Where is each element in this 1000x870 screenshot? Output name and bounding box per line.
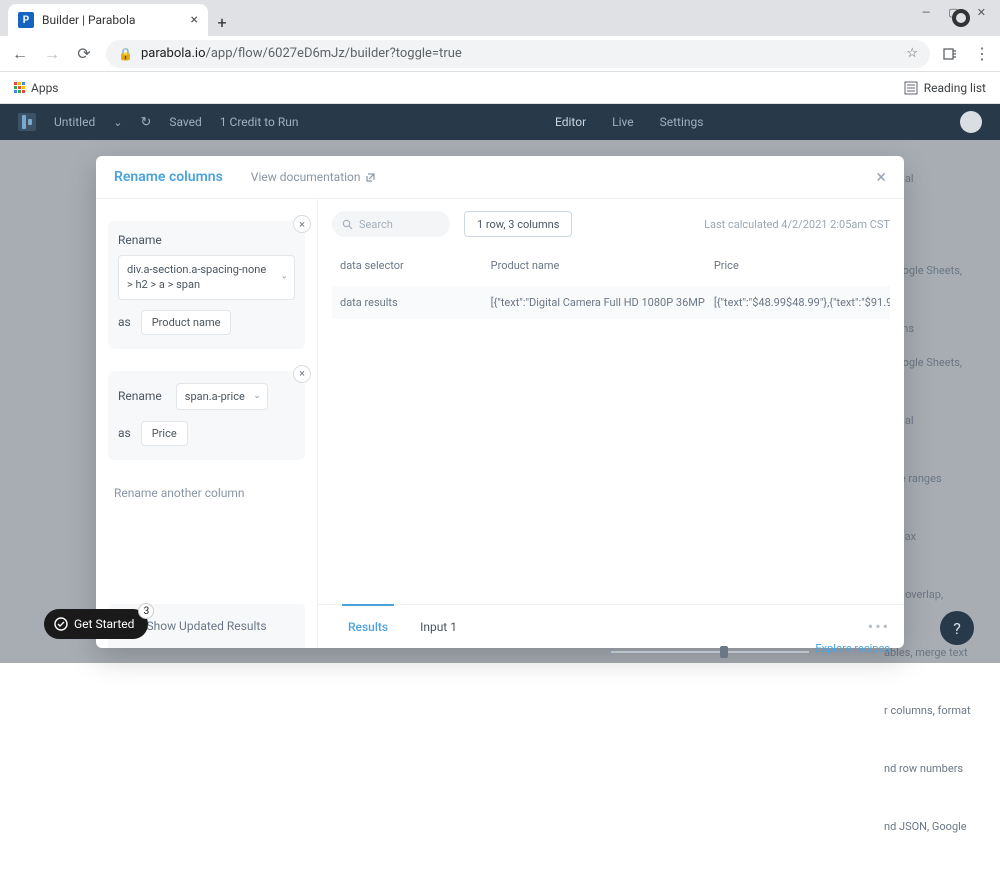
back-button[interactable]: ← [10, 44, 30, 64]
remove-rule-button[interactable]: × [293, 365, 311, 383]
close-modal-button[interactable]: × [876, 167, 886, 188]
flow-name[interactable]: Untitled [54, 115, 95, 129]
lock-icon: 🔒 [118, 47, 133, 61]
view-documentation-link[interactable]: View documentation [251, 170, 376, 184]
browser-tab[interactable]: P Builder | Parabola × [8, 4, 208, 36]
table-cell: [{"text":"$48.99$48.99"},{"text":"$91.99 [706, 286, 890, 319]
flow-refresh-icon[interactable]: ↻ [140, 115, 151, 130]
forward-button[interactable]: → [42, 44, 62, 64]
credits-label: 1 Credit to Run [220, 115, 299, 129]
target-name-input[interactable]: Price [141, 421, 188, 446]
tab-live[interactable]: Live [612, 115, 633, 129]
favicon-icon: P [18, 12, 34, 28]
preview-panel: Search 1 row, 3 columns Last calculated … [318, 199, 904, 648]
bookmark-bar: Apps Reading list [0, 72, 1000, 104]
as-label: as [118, 426, 131, 440]
chevron-down-icon[interactable]: ⌄ [113, 116, 122, 129]
explore-recipes-link[interactable]: Explore recipes [815, 642, 890, 655]
parabola-logo-icon[interactable] [18, 113, 36, 131]
browser-tab-strip: P Builder | Parabola × + [0, 0, 1000, 36]
menu-icon[interactable]: ⋮ [974, 44, 990, 63]
remove-rule-button[interactable]: × [293, 215, 311, 233]
rename-rule: × Rename span.a-price ⌄ as Price [108, 371, 305, 460]
rename-rule: × Rename div.a-section.a-spacing-none > … [108, 221, 305, 349]
column-header[interactable]: Price [706, 249, 890, 286]
target-name-input[interactable]: Product name [141, 310, 232, 335]
tab-results[interactable]: Results [332, 605, 404, 648]
preview-table: data selector Product name Price data re… [318, 249, 904, 604]
search-icon [342, 219, 353, 230]
preview-toolbar: Search 1 row, 3 columns Last calculated … [318, 199, 904, 249]
close-tab-icon[interactable]: × [191, 12, 198, 28]
browser-address-bar: ← → ⟳ 🔒 parabola.io/app/flow/6027eD6mJz/… [0, 36, 1000, 72]
row-column-summary[interactable]: 1 row, 3 columns [464, 211, 572, 237]
app-header: Untitled ⌄ ↻ Saved 1 Credit to Run Edito… [0, 104, 1000, 140]
tab-title: Builder | Parabola [42, 13, 135, 27]
help-button[interactable]: ? [940, 611, 974, 645]
more-options-icon[interactable]: ••• [868, 617, 890, 636]
apps-shortcut[interactable]: Apps [14, 81, 59, 95]
as-label: as [118, 315, 131, 329]
chevron-down-icon: ⌄ [253, 391, 261, 401]
close-window-icon[interactable]: ✕ [977, 6, 986, 14]
tab-editor[interactable]: Editor [555, 115, 586, 129]
media-icon[interactable] [942, 46, 958, 62]
modal-title: Rename columns [114, 169, 223, 185]
get-started-button[interactable]: Get Started 3 [44, 609, 148, 639]
url-text: parabola.io/app/flow/6027eD6mJz/builder?… [141, 46, 462, 61]
source-column-select[interactable]: span.a-price ⌄ [176, 383, 268, 410]
reading-list-icon [904, 81, 918, 95]
column-header[interactable]: Product name [483, 249, 706, 286]
column-header[interactable]: data selector [332, 249, 483, 286]
apps-grid-icon [14, 82, 25, 93]
star-icon[interactable]: ☆ [906, 46, 918, 61]
url-input[interactable]: 🔒 parabola.io/app/flow/6027eD6mJz/builde… [106, 40, 930, 68]
app-mode-tabs: Editor Live Settings [555, 115, 703, 129]
reload-button[interactable]: ⟳ [74, 44, 94, 63]
modal-body: × Rename div.a-section.a-spacing-none > … [96, 198, 904, 648]
external-link-icon [365, 172, 376, 183]
tab-input-1[interactable]: Input 1 [404, 605, 473, 648]
reading-list-button[interactable]: Reading list [904, 81, 986, 95]
app-viewport: Untitled ⌄ ↻ Saved 1 Credit to Run Edito… [0, 104, 1000, 663]
minimize-icon[interactable]: — [922, 6, 931, 14]
last-calculated-label: Last calculated 4/2/2021 2:05am CST [704, 218, 890, 231]
slider-thumb[interactable] [720, 646, 728, 658]
rename-columns-modal: Rename columns View documentation × × Re… [96, 156, 904, 648]
preview-search-input[interactable]: Search [332, 211, 450, 237]
checklist-icon [54, 617, 68, 631]
profile-avatar-icon[interactable] [952, 9, 970, 27]
zoom-slider[interactable] [610, 649, 810, 655]
source-column-select[interactable]: div.a-section.a-spacing-none > h2 > a > … [118, 255, 295, 300]
table-cell: data results [332, 286, 483, 319]
saved-status: Saved [169, 115, 201, 129]
tab-settings[interactable]: Settings [660, 115, 704, 129]
table-row[interactable]: data results [{"text":"Digital Camera Fu… [332, 286, 890, 319]
table-header-row: data selector Product name Price [332, 249, 890, 286]
rule-label: Rename [118, 233, 295, 247]
add-rule-button[interactable]: Rename another column [108, 482, 305, 504]
modal-header: Rename columns View documentation × [96, 156, 904, 198]
new-tab-button[interactable]: + [208, 8, 236, 36]
user-avatar[interactable] [960, 111, 982, 133]
rule-label: Rename [118, 389, 162, 403]
table-cell: [{"text":"Digital Camera Full HD 1080P 3… [483, 286, 706, 319]
chevron-down-icon: ⌄ [280, 271, 288, 284]
rules-panel: × Rename div.a-section.a-spacing-none > … [96, 199, 318, 648]
